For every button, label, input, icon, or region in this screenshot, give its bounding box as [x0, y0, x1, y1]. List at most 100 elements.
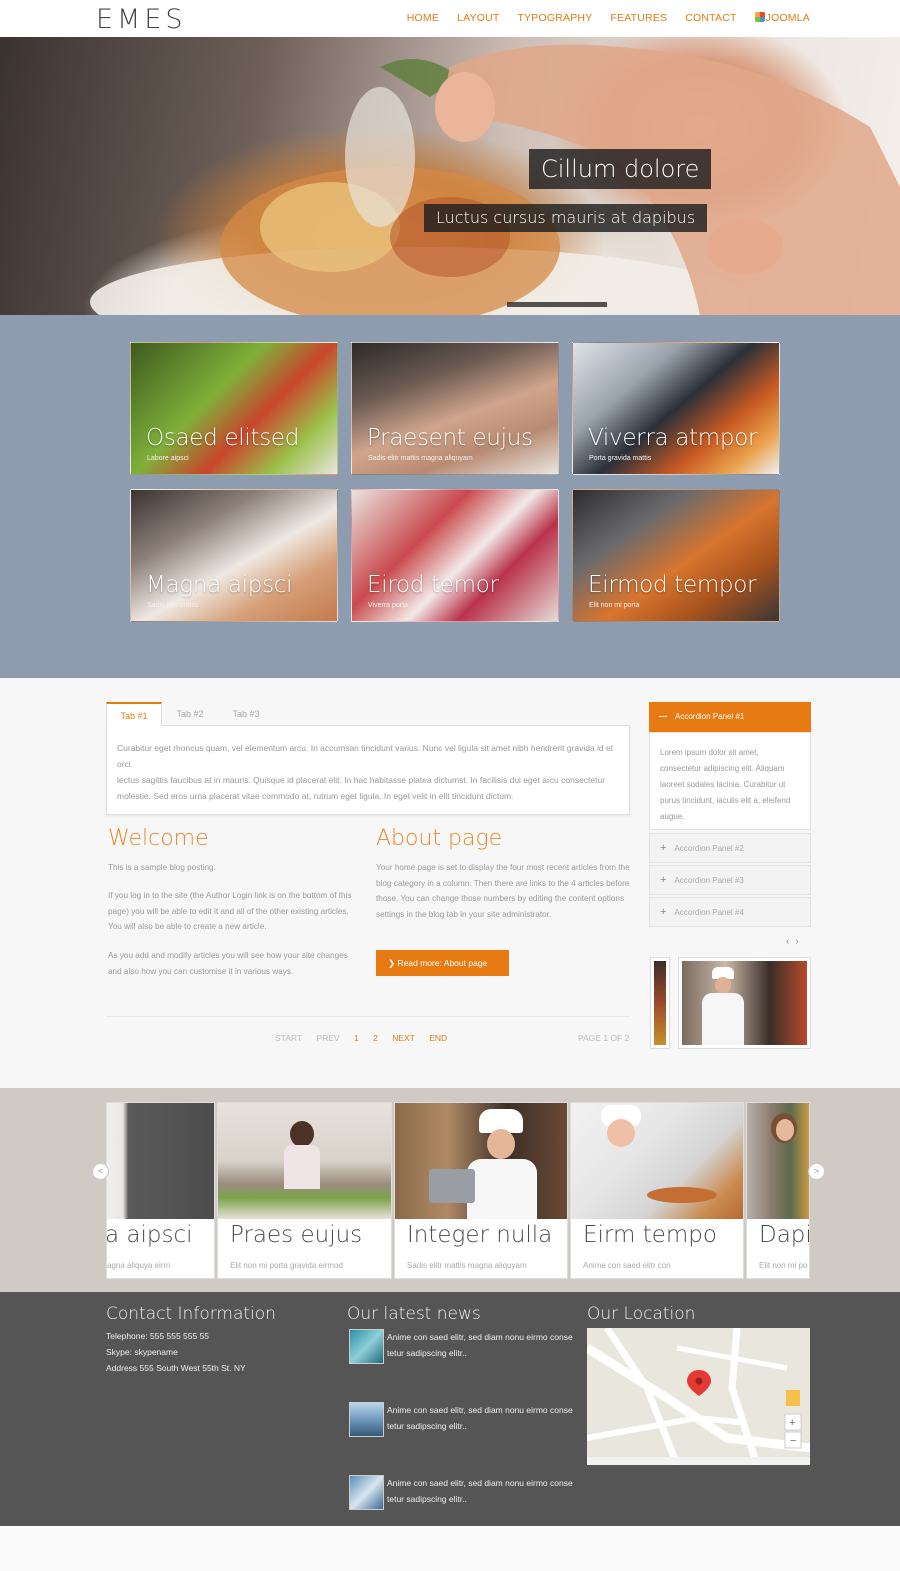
- pager-next[interactable]: NEXT: [392, 1033, 415, 1043]
- contact-title: Contact Information: [106, 1304, 276, 1324]
- carousel-thumb[interactable]: [678, 957, 811, 1049]
- news-item-text: Anime con saed elitr, sed diam nonu eirm…: [387, 1405, 573, 1431]
- hero-progress-bar: [507, 302, 607, 307]
- nav-typography[interactable]: TYPOGRAPHY: [517, 12, 592, 24]
- slider-card[interactable]: Dapi Elit non mi po: [746, 1102, 810, 1279]
- tab-1[interactable]: Tab #1: [106, 702, 162, 726]
- gallery-tile-title: Osaed elitsed: [146, 425, 300, 451]
- nav-home[interactable]: HOME: [407, 12, 439, 24]
- slider-card-image: [571, 1103, 743, 1219]
- tab-3[interactable]: Tab #3: [218, 702, 274, 726]
- location-title: Our Location: [587, 1304, 696, 1324]
- nav-features[interactable]: FEATURES: [610, 12, 667, 24]
- slider-card[interactable]: Eirm tempo Anime con saed elitr con: [570, 1102, 744, 1279]
- tab-panel-text-2: lectus sagittis faucibus at in mauris. Q…: [117, 775, 606, 801]
- welcome-text-3: As you add and modify articles you will …: [108, 951, 348, 976]
- site-logo[interactable]: EMES: [96, 4, 187, 35]
- main-nav: HOME LAYOUT TYPOGRAPHY FEATURES CONTACT …: [407, 12, 810, 24]
- page-counter: PAGE 1 OF 2: [578, 1033, 630, 1043]
- tab-2[interactable]: Tab #2: [162, 702, 218, 726]
- nav-layout[interactable]: LAYOUT: [457, 12, 499, 24]
- tab-panel-text-1: Curabitur eget rhoncus quam, vel element…: [117, 743, 614, 769]
- news-item[interactable]: Anime con saed elitr, sed diam nonu eirm…: [349, 1475, 579, 1515]
- slider-next-button[interactable]: >: [808, 1163, 825, 1180]
- news-item[interactable]: Anime con saed elitr, sed diam nonu eirm…: [349, 1402, 579, 1442]
- pager-page-2[interactable]: 2: [373, 1033, 378, 1043]
- welcome-text-2: If you log in to the site (the Author Lo…: [108, 891, 352, 931]
- site-header: EMES HOME LAYOUT TYPOGRAPHY FEATURES CON…: [0, 0, 900, 37]
- chef-image: [682, 961, 807, 1045]
- location-map[interactable]: + −: [587, 1328, 810, 1465]
- gallery-tile[interactable]: Magna aipsci Sadis elitr mattis: [130, 489, 338, 622]
- pagination: START PREV 1 2 NEXT END: [275, 1033, 459, 1043]
- pager-start[interactable]: START: [275, 1033, 302, 1043]
- tab-panel: Curabitur eget rhoncus quam, vel element…: [106, 725, 630, 815]
- news-title: Our latest news: [347, 1304, 481, 1324]
- plus-icon: +: [660, 842, 667, 854]
- tab-bar: Tab #1 Tab #2 Tab #3: [106, 702, 274, 726]
- nav-contact[interactable]: CONTACT: [685, 12, 736, 24]
- accordion-panel-4-header[interactable]: + Accordion Panel #4: [649, 897, 811, 927]
- news-thumbnail: [349, 1329, 384, 1364]
- nav-joomla[interactable]: JOOMLA: [754, 12, 810, 24]
- svg-text:+: +: [789, 1417, 795, 1429]
- welcome-title[interactable]: Welcome: [108, 826, 209, 851]
- svg-text:−: −: [790, 1435, 796, 1447]
- chevron-right-icon[interactable]: ›: [795, 936, 804, 947]
- news-item[interactable]: Anime con saed elitr, sed diam nonu eirm…: [349, 1329, 579, 1369]
- news-item-text: Anime con saed elitr, sed diam nonu eirm…: [387, 1478, 573, 1504]
- featured-gallery: Osaed elitsed Labore aipsci Praesent euj…: [0, 315, 900, 678]
- gallery-tile[interactable]: Viverra atmpor Porta gravida mattis: [572, 342, 780, 475]
- gallery-tile-subtitle: Labore aipsci: [147, 455, 189, 462]
- carousel-thumb[interactable]: [650, 957, 670, 1049]
- slider-card-image: [107, 1103, 214, 1219]
- slider-prev-button[interactable]: <: [92, 1163, 109, 1180]
- slider-card[interactable]: a aipsci agna aliquya eirm: [106, 1102, 215, 1279]
- pager-end[interactable]: END: [429, 1033, 447, 1043]
- gallery-tile[interactable]: Eirmod tempor Elit non mi porta: [572, 489, 780, 622]
- slider-card-image: [747, 1103, 809, 1219]
- accordion-panel-2-header[interactable]: + Accordion Panel #2: [649, 833, 811, 863]
- accordion-panel-4-label: Accordion Panel #4: [674, 908, 744, 917]
- about-text: Your home page is set to display the fou…: [376, 863, 630, 919]
- hero-image: [90, 44, 900, 315]
- main-content: Tab #1 Tab #2 Tab #3 Curabitur eget rhon…: [0, 678, 900, 1088]
- gallery-tile-title: Eirod temor: [367, 572, 499, 598]
- team-slider: a aipsci agna aliquya eirm Praes eujus E…: [0, 1088, 900, 1292]
- chevron-left-icon[interactable]: ‹: [786, 936, 795, 947]
- accordion-panel-3-header[interactable]: + Accordion Panel #3: [649, 865, 811, 895]
- gallery-tile[interactable]: Praesent eujus Sadis elitr mattis magna …: [351, 342, 559, 475]
- hero-caption-title: Cillum dolore: [529, 149, 712, 189]
- pager-prev[interactable]: PREV: [316, 1033, 339, 1043]
- minus-icon: —: [659, 712, 667, 721]
- slider-card-title: Praes eujus: [230, 1222, 363, 1248]
- slider-card-title: Dapi: [759, 1222, 810, 1248]
- slider-card[interactable]: Praes eujus Elit non mi porta gravida ei…: [217, 1102, 392, 1279]
- pager-page-1[interactable]: 1: [354, 1033, 359, 1043]
- hero-caption-subtitle: Luctus cursus mauris at dapibus: [424, 204, 708, 232]
- site-footer: Contact Information Telephone: 555 555 5…: [0, 1292, 900, 1526]
- gallery-tile-title: Magna aipsci: [146, 572, 293, 598]
- slider-card-title: Integer nulla: [407, 1222, 553, 1248]
- gallery-tile[interactable]: Osaed elitsed Labore aipsci: [130, 342, 338, 475]
- accordion-panel-1-header[interactable]: — Accordion Panel #1: [649, 702, 811, 732]
- gallery-tile[interactable]: Eirod temor Viverra porta: [351, 489, 559, 622]
- slider-card[interactable]: Integer nulla Sadis elitr mattis magna a…: [394, 1102, 568, 1279]
- slider-card-image: [395, 1103, 567, 1219]
- contact-address: Address 555 South West 55th St. NY: [106, 1363, 246, 1373]
- mini-carousel-arrows: ‹›: [786, 936, 805, 947]
- news-item-text: Anime con saed elitr, sed diam nonu eirm…: [387, 1332, 573, 1358]
- contact-skype: Skype: skypename: [106, 1347, 178, 1357]
- read-more-button[interactable]: ❯ Read more: About page: [376, 950, 509, 976]
- slider-card-subtitle: agna aliquya eirm: [107, 1261, 171, 1270]
- accordion-panel-2-label: Accordion Panel #2: [674, 844, 744, 853]
- about-title[interactable]: About page: [376, 826, 502, 851]
- hero-slider[interactable]: Cillum dolore Luctus cursus mauris at da…: [0, 37, 900, 315]
- gallery-tile-subtitle: Viverra porta: [368, 602, 408, 609]
- carousel-thumb-image: [654, 961, 666, 1045]
- slider-card-title: Eirm tempo: [583, 1222, 717, 1248]
- page-bottom: [0, 1526, 900, 1571]
- gallery-tile-subtitle: Porta gravida mattis: [589, 455, 652, 462]
- slider-card-subtitle: Anime con saed elitr con: [583, 1261, 671, 1270]
- gallery-tile-subtitle: Sadis elitr mattis: [147, 602, 199, 609]
